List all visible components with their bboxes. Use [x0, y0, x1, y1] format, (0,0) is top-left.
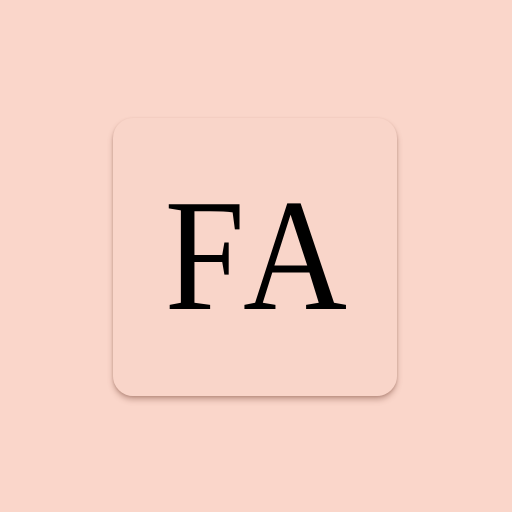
app-monogram: FA	[164, 166, 356, 344]
app-icon-tile[interactable]: FA	[113, 118, 397, 396]
